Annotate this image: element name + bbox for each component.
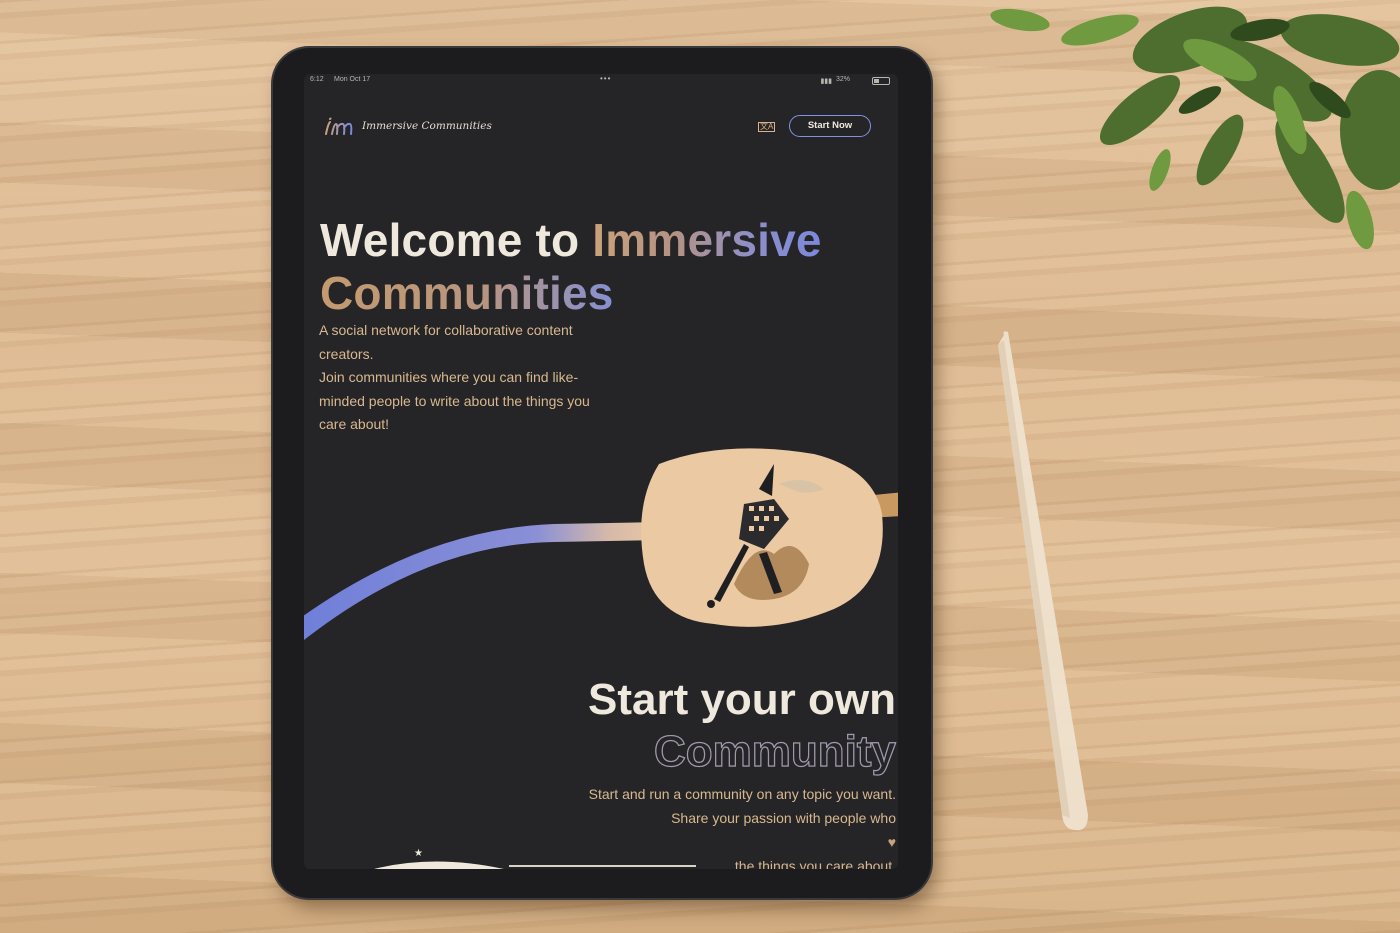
hero-description-line: A social network for collaborative conte… — [319, 322, 573, 338]
wave-stripe — [304, 522, 664, 641]
status-date: Mon Oct 17 — [334, 76, 371, 83]
multitask-dots-icon[interactable]: ••• — [600, 74, 611, 83]
section2-line1: Start and run a community on any topic y… — [588, 786, 896, 802]
translate-icon[interactable]: 文A — [758, 122, 776, 132]
logo-icon[interactable] — [322, 114, 354, 140]
hero-description-line: creators. — [319, 345, 374, 362]
hero-description-line: Join communities where you can find like… — [319, 369, 579, 385]
status-bar: 6:12 Mon Oct 17 ••• ▮▮▮ 32% — [310, 74, 890, 86]
battery-percent: 32% — [835, 76, 850, 83]
section2-title-outline: Community — [396, 726, 896, 778]
photo-scene: 6:12 Mon Oct 17 ••• ▮▮▮ 32% Immersive Co… — [0, 0, 1400, 933]
status-time: 6:12 — [310, 76, 324, 83]
battery-icon — [872, 77, 890, 85]
hero-title-accent-1: Immersive — [592, 214, 822, 266]
svg-text:★: ★ — [414, 848, 423, 859]
logo-text[interactable]: Immersive Communities — [362, 120, 492, 132]
section2-title: Start your own Community — [396, 674, 897, 778]
hero-description-line: care about! — [319, 416, 390, 432]
tablet-screen: 6:12 Mon Oct 17 ••• ▮▮▮ 32% Immersive Co… — [304, 74, 898, 869]
bottom-decoration: ★ — [374, 848, 696, 869]
section2-line2-before: Share your passion with people who — [671, 810, 896, 826]
hero-description-line: minded people to write about the things … — [319, 392, 590, 409]
section2-title-line1: Start your own — [587, 675, 896, 724]
top-navigation: Immersive Communities 文A Start Now — [322, 114, 878, 140]
hero-illustration — [304, 448, 898, 641]
hero-title-accent-2: Communities — [320, 267, 614, 319]
plant-decoration — [990, 6, 1400, 250]
hero-title-plain: Welcome to — [320, 214, 593, 266]
signal-icon: ▮▮▮ — [820, 78, 832, 85]
hero-description: A social network for collaborative conte… — [319, 319, 619, 437]
hero-title: Welcome to Immersive Communities — [320, 214, 860, 320]
start-now-button[interactable]: Start Now — [789, 115, 871, 137]
